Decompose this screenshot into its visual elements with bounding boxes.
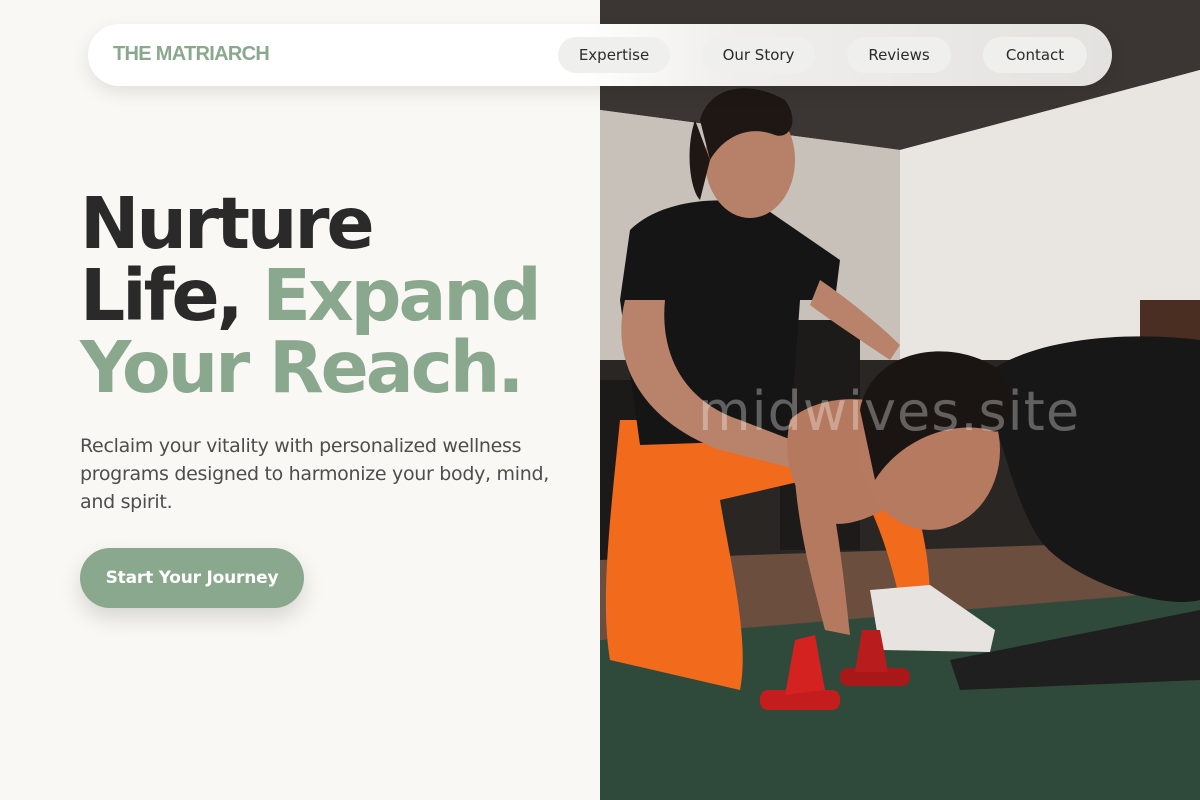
headline-your-reach: Your Reach bbox=[80, 326, 500, 409]
nav-link-expertise[interactable]: Expertise bbox=[558, 37, 670, 73]
headline-comma: , bbox=[216, 254, 244, 337]
nav-link-our-story[interactable]: Our Story bbox=[702, 37, 815, 73]
hero-section: Nurture Life, Expand Your Reach. bbox=[80, 188, 580, 404]
headline-expand: Expand bbox=[262, 254, 541, 337]
hero-headline: Nurture Life, Expand Your Reach. bbox=[80, 188, 580, 404]
hero-photo: midwives.site bbox=[600, 0, 1200, 800]
brand-logo[interactable]: THE MATRIARCH bbox=[113, 43, 270, 66]
start-journey-button[interactable]: Start Your Journey bbox=[80, 548, 304, 608]
watermark-text: midwives.site bbox=[698, 380, 1081, 443]
headline-period: . bbox=[497, 326, 524, 409]
hero-subtitle: Reclaim your vitality with personalized … bbox=[80, 435, 549, 513]
headline-life: Life bbox=[80, 254, 220, 337]
nav-link-reviews[interactable]: Reviews bbox=[847, 37, 951, 73]
headline-line1: Nurture bbox=[80, 182, 375, 265]
nav-link-contact[interactable]: Contact bbox=[983, 37, 1087, 73]
top-navigation: THE MATRIARCH Expertise Our Story Review… bbox=[88, 24, 1112, 86]
